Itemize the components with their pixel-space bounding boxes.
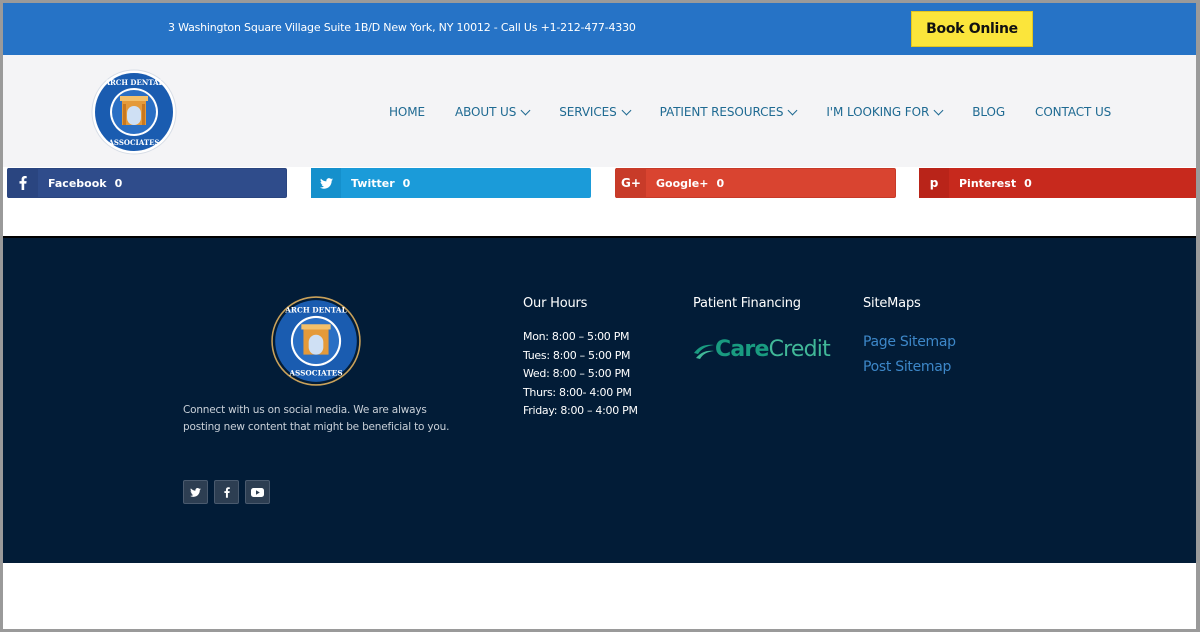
- nav-patient-resources-label: PATIENT RESOURCES: [659, 105, 784, 119]
- book-online-button[interactable]: Book Online: [911, 11, 1033, 47]
- nav-home[interactable]: HOME: [389, 105, 425, 119]
- page-frame: 3 Washington Square Village Suite 1B/D N…: [0, 0, 1200, 632]
- nav-services-label: SERVICES: [559, 105, 617, 119]
- facebook-share-label: Facebook: [48, 176, 107, 190]
- footer-youtube-link[interactable]: [245, 480, 270, 504]
- hours-tues: Tues: 8:00 – 5:00 PM: [523, 348, 631, 362]
- nav-about-us-label: ABOUT US: [455, 105, 517, 119]
- svg-text:ASSOCIATES: ASSOCIATES: [288, 369, 342, 378]
- hours-title: Our Hours: [523, 296, 588, 311]
- nav-contact-us[interactable]: CONTACT US: [1035, 105, 1111, 119]
- pinterest-share-button[interactable]: p Pinterest 0: [919, 168, 1196, 198]
- hours-list: Mon: 8:00 – 5:00 PM Tues: 8:00 – 5:00 PM…: [523, 328, 638, 421]
- google-plus-icon: G+: [616, 168, 646, 198]
- sitemaps-title: SiteMaps: [863, 296, 921, 311]
- twitter-share-label: Twitter: [351, 176, 395, 190]
- nav-im-looking-for[interactable]: I'M LOOKING FOR: [826, 105, 944, 119]
- chevron-down-icon: [933, 105, 944, 115]
- facebook-share-count: 0: [114, 176, 123, 190]
- facebook-icon: [8, 168, 38, 198]
- hours-thurs: Thurs: 8:00- 4:00 PM: [523, 385, 632, 399]
- nav-contact-us-label: CONTACT US: [1035, 105, 1112, 119]
- arch-dental-logo[interactable]: ARCH DENTAL ASSOCIATES: [91, 69, 177, 155]
- twitter-icon: [311, 168, 341, 198]
- facebook-icon: [223, 486, 230, 498]
- footer-arch-dental-logo: ARCH DENTAL ASSOCIATES: [271, 296, 361, 386]
- svg-text:ASSOCIATES: ASSOCIATES: [108, 138, 160, 147]
- nav-im-looking-for-label: I'M LOOKING FOR: [826, 105, 930, 119]
- nav-blog[interactable]: BLOG: [972, 105, 1005, 119]
- pinterest-icon: p: [919, 168, 949, 198]
- sitemap-links: Page Sitemap Post Sitemap: [863, 330, 956, 380]
- chevron-down-icon: [787, 105, 798, 115]
- twitter-icon: [190, 487, 201, 497]
- site-header: ARCH DENTAL ASSOCIATES HOME ABOUT US SER…: [3, 55, 1196, 167]
- footer-twitter-link[interactable]: [183, 480, 208, 504]
- carecredit-swoosh-icon: [694, 344, 714, 359]
- nav-about-us[interactable]: ABOUT US: [455, 105, 531, 119]
- carecredit-credit: Credit: [768, 337, 831, 362]
- page-sitemap-link[interactable]: Page Sitemap: [863, 330, 956, 355]
- google-plus-share-button[interactable]: G+ Google+ 0: [615, 168, 896, 198]
- footer-facebook-link[interactable]: [214, 480, 239, 504]
- pinterest-share-label: Pinterest: [959, 176, 1017, 190]
- nav-services[interactable]: SERVICES: [559, 105, 632, 119]
- nav-home-label: HOME: [389, 105, 426, 119]
- carecredit-care: Care: [715, 337, 769, 362]
- financing-title: Patient Financing: [693, 296, 801, 311]
- hours-wed: Wed: 8:00 – 5:00 PM: [523, 367, 631, 380]
- svg-text:ARCH DENTAL: ARCH DENTAL: [284, 306, 346, 315]
- youtube-icon: [251, 487, 264, 497]
- pinterest-share-count: 0: [1024, 176, 1032, 190]
- footer-social-links: [183, 480, 276, 504]
- post-sitemap-link[interactable]: Post Sitemap: [863, 355, 956, 380]
- google-plus-share-label: Google+: [656, 176, 709, 190]
- chevron-down-icon: [520, 105, 531, 115]
- google-plus-share-count: 0: [716, 176, 725, 190]
- site-footer: ARCH DENTAL ASSOCIATES Connect with us o…: [3, 236, 1196, 563]
- svg-text:ARCH DENTAL: ARCH DENTAL: [104, 78, 164, 87]
- twitter-share-button[interactable]: Twitter 0: [311, 168, 591, 198]
- address-text: 3 Washington Square Village Suite 1B/D N…: [168, 21, 636, 34]
- chevron-down-icon: [621, 105, 632, 115]
- twitter-share-count: 0: [402, 176, 411, 190]
- hours-friday: Friday: 8:00 – 4:00 PM: [523, 404, 638, 417]
- main-nav: HOME ABOUT US SERVICES PATIENT RESOURCES…: [389, 105, 1141, 119]
- nav-patient-resources[interactable]: PATIENT RESOURCES: [659, 105, 798, 119]
- hours-mon: Mon: 8:00 – 5:00 PM: [523, 330, 630, 343]
- top-bar: 3 Washington Square Village Suite 1B/D N…: [3, 3, 1196, 55]
- facebook-share-button[interactable]: Facebook 0: [7, 168, 287, 198]
- carecredit-logo[interactable]: CareCredit: [693, 337, 831, 362]
- footer-description: Connect with us on social media. We are …: [183, 404, 450, 433]
- nav-blog-label: BLOG: [972, 105, 1006, 119]
